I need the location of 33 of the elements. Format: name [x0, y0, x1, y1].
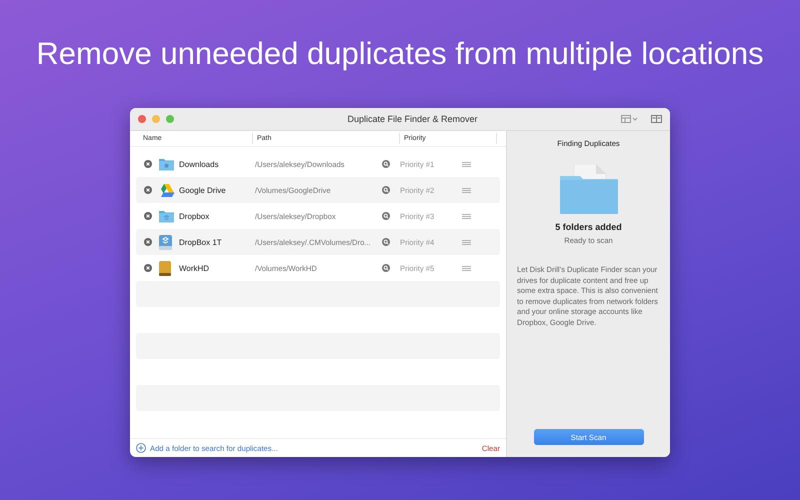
disk-drive-icon	[158, 234, 173, 250]
folder-name: WorkHD	[179, 264, 210, 272]
view-options-icon[interactable]	[621, 115, 639, 123]
search-icon[interactable]	[382, 212, 390, 220]
remove-icon[interactable]	[144, 238, 152, 246]
status-title: 5 folders added	[555, 222, 622, 232]
drag-handle-icon[interactable]	[462, 214, 471, 218]
folder-name: Google Drive	[179, 186, 227, 194]
drive-triangle-icon	[158, 182, 175, 198]
search-icon[interactable]	[382, 186, 390, 194]
folder-icon	[560, 164, 618, 214]
remove-icon[interactable]	[144, 186, 152, 194]
folder-name: Downloads	[179, 160, 220, 168]
search-icon[interactable]	[382, 160, 390, 168]
search-icon[interactable]	[382, 238, 390, 246]
close-button[interactable]	[138, 115, 146, 123]
drag-handle-icon[interactable]	[462, 240, 471, 244]
add-icon[interactable]	[136, 443, 146, 453]
folder-icon	[158, 157, 175, 171]
drag-handle-icon[interactable]	[462, 188, 471, 192]
remove-icon[interactable]	[144, 160, 152, 168]
remove-icon[interactable]	[144, 264, 152, 272]
drag-handle-icon[interactable]	[462, 162, 471, 166]
folder-name: Dropbox	[179, 212, 210, 220]
dropbox-folder-icon	[158, 209, 175, 223]
hard-drive-icon	[158, 260, 172, 276]
remove-icon[interactable]	[144, 212, 152, 220]
headline: Remove unneeded duplicates from multiple locations	[36, 36, 764, 73]
window-title: Duplicate File Finder & Remover	[346, 114, 479, 124]
sidebar-icon[interactable]	[651, 115, 662, 123]
folder-name: DropBox 1T	[179, 238, 223, 246]
drag-handle-icon[interactable]	[462, 266, 471, 270]
search-icon[interactable]	[382, 264, 390, 272]
